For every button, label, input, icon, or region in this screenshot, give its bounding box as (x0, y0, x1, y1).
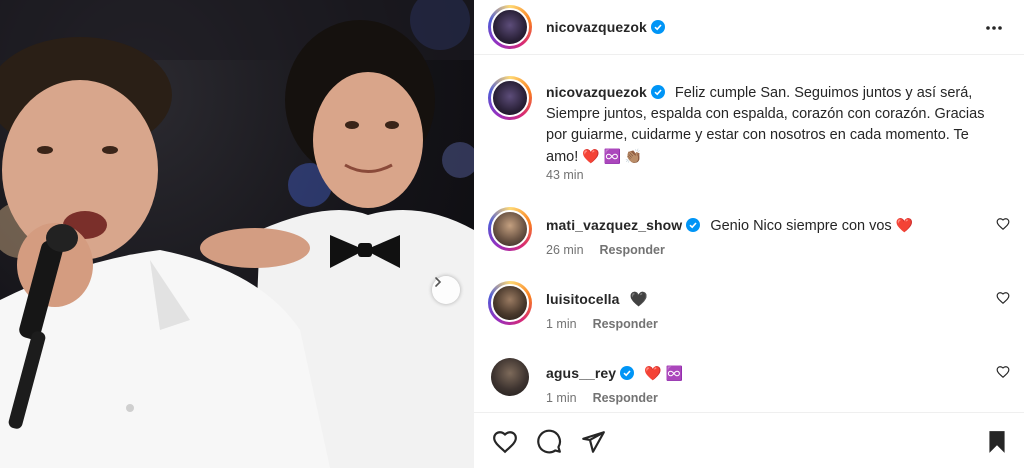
photo-illustration (0, 0, 474, 468)
post-header: nicovazquezok (474, 0, 1024, 55)
comment-like-heart-icon[interactable] (996, 217, 1010, 231)
comment-time: 1 min (546, 391, 577, 405)
heart-icon[interactable] (492, 429, 518, 455)
comment-text: mati_vazquez_show Genio Nico siempre con… (546, 215, 913, 236)
caption-text: nicovazquezok Feliz cumple San. Seguimos… (546, 82, 1004, 168)
comment-text: agus__rey ❤️ ♾️ (546, 363, 683, 384)
verified-icon (650, 20, 665, 34)
comment-avatar[interactable] (488, 207, 532, 251)
comment-emoji: ❤️ ♾️ (644, 365, 683, 381)
comment-item: agus__rey ❤️ ♾️ 1 min Responder (488, 355, 1010, 415)
comment-meta: 1 min Responder (546, 317, 658, 331)
comment-username[interactable]: agus__rey (546, 365, 635, 381)
comment-icon[interactable] (536, 429, 562, 455)
more-options-icon[interactable] (984, 18, 1004, 38)
comment-item: mati_vazquez_show Genio Nico siempre con… (488, 207, 1010, 267)
comment-text: luisitocella 🖤 (546, 289, 648, 310)
author-username[interactable]: nicovazquezok (546, 19, 665, 35)
bookmark-icon[interactable] (984, 429, 1010, 455)
reply-button[interactable]: Responder (600, 243, 665, 257)
post-photo[interactable] (0, 0, 474, 468)
post-action-bar (474, 412, 1024, 468)
comment-item: luisitocella 🖤 1 min Responder (488, 281, 1010, 341)
comment-avatar[interactable] (491, 358, 529, 396)
comment-like-heart-icon[interactable] (996, 291, 1010, 305)
comment-emoji: ❤️ (895, 217, 914, 233)
comment-meta: 1 min Responder (546, 391, 658, 405)
verified-icon (686, 218, 701, 232)
post-side-panel: nicovazquezok nicovazquezok Feliz cumple… (474, 0, 1024, 468)
caption-username[interactable]: nicovazquezok (546, 84, 665, 100)
comment-emoji: 🖤 (629, 292, 648, 308)
caption-emojis: ❤️ ♾️ 👏🏽 (582, 148, 643, 164)
comment-username[interactable]: mati_vazquez_show (546, 217, 701, 233)
comment-meta: 26 min Responder (546, 243, 665, 257)
comment-body: Genio Nico siempre con vos (710, 218, 892, 234)
caption-time: 43 min (546, 168, 584, 182)
send-icon[interactable] (580, 429, 606, 455)
comment-username[interactable]: luisitocella (546, 291, 620, 307)
caption-author-avatar[interactable] (488, 76, 532, 120)
verified-icon (650, 85, 665, 99)
comment-like-heart-icon[interactable] (996, 365, 1010, 379)
author-avatar[interactable] (488, 5, 532, 49)
comment-time: 1 min (546, 317, 577, 331)
chevron-right-icon (435, 277, 442, 287)
comment-avatar[interactable] (488, 281, 532, 325)
reply-button[interactable]: Responder (593, 317, 658, 331)
carousel-next-button[interactable] (432, 276, 460, 304)
verified-icon (620, 366, 635, 380)
comment-time: 26 min (546, 243, 584, 257)
reply-button[interactable]: Responder (593, 391, 658, 405)
